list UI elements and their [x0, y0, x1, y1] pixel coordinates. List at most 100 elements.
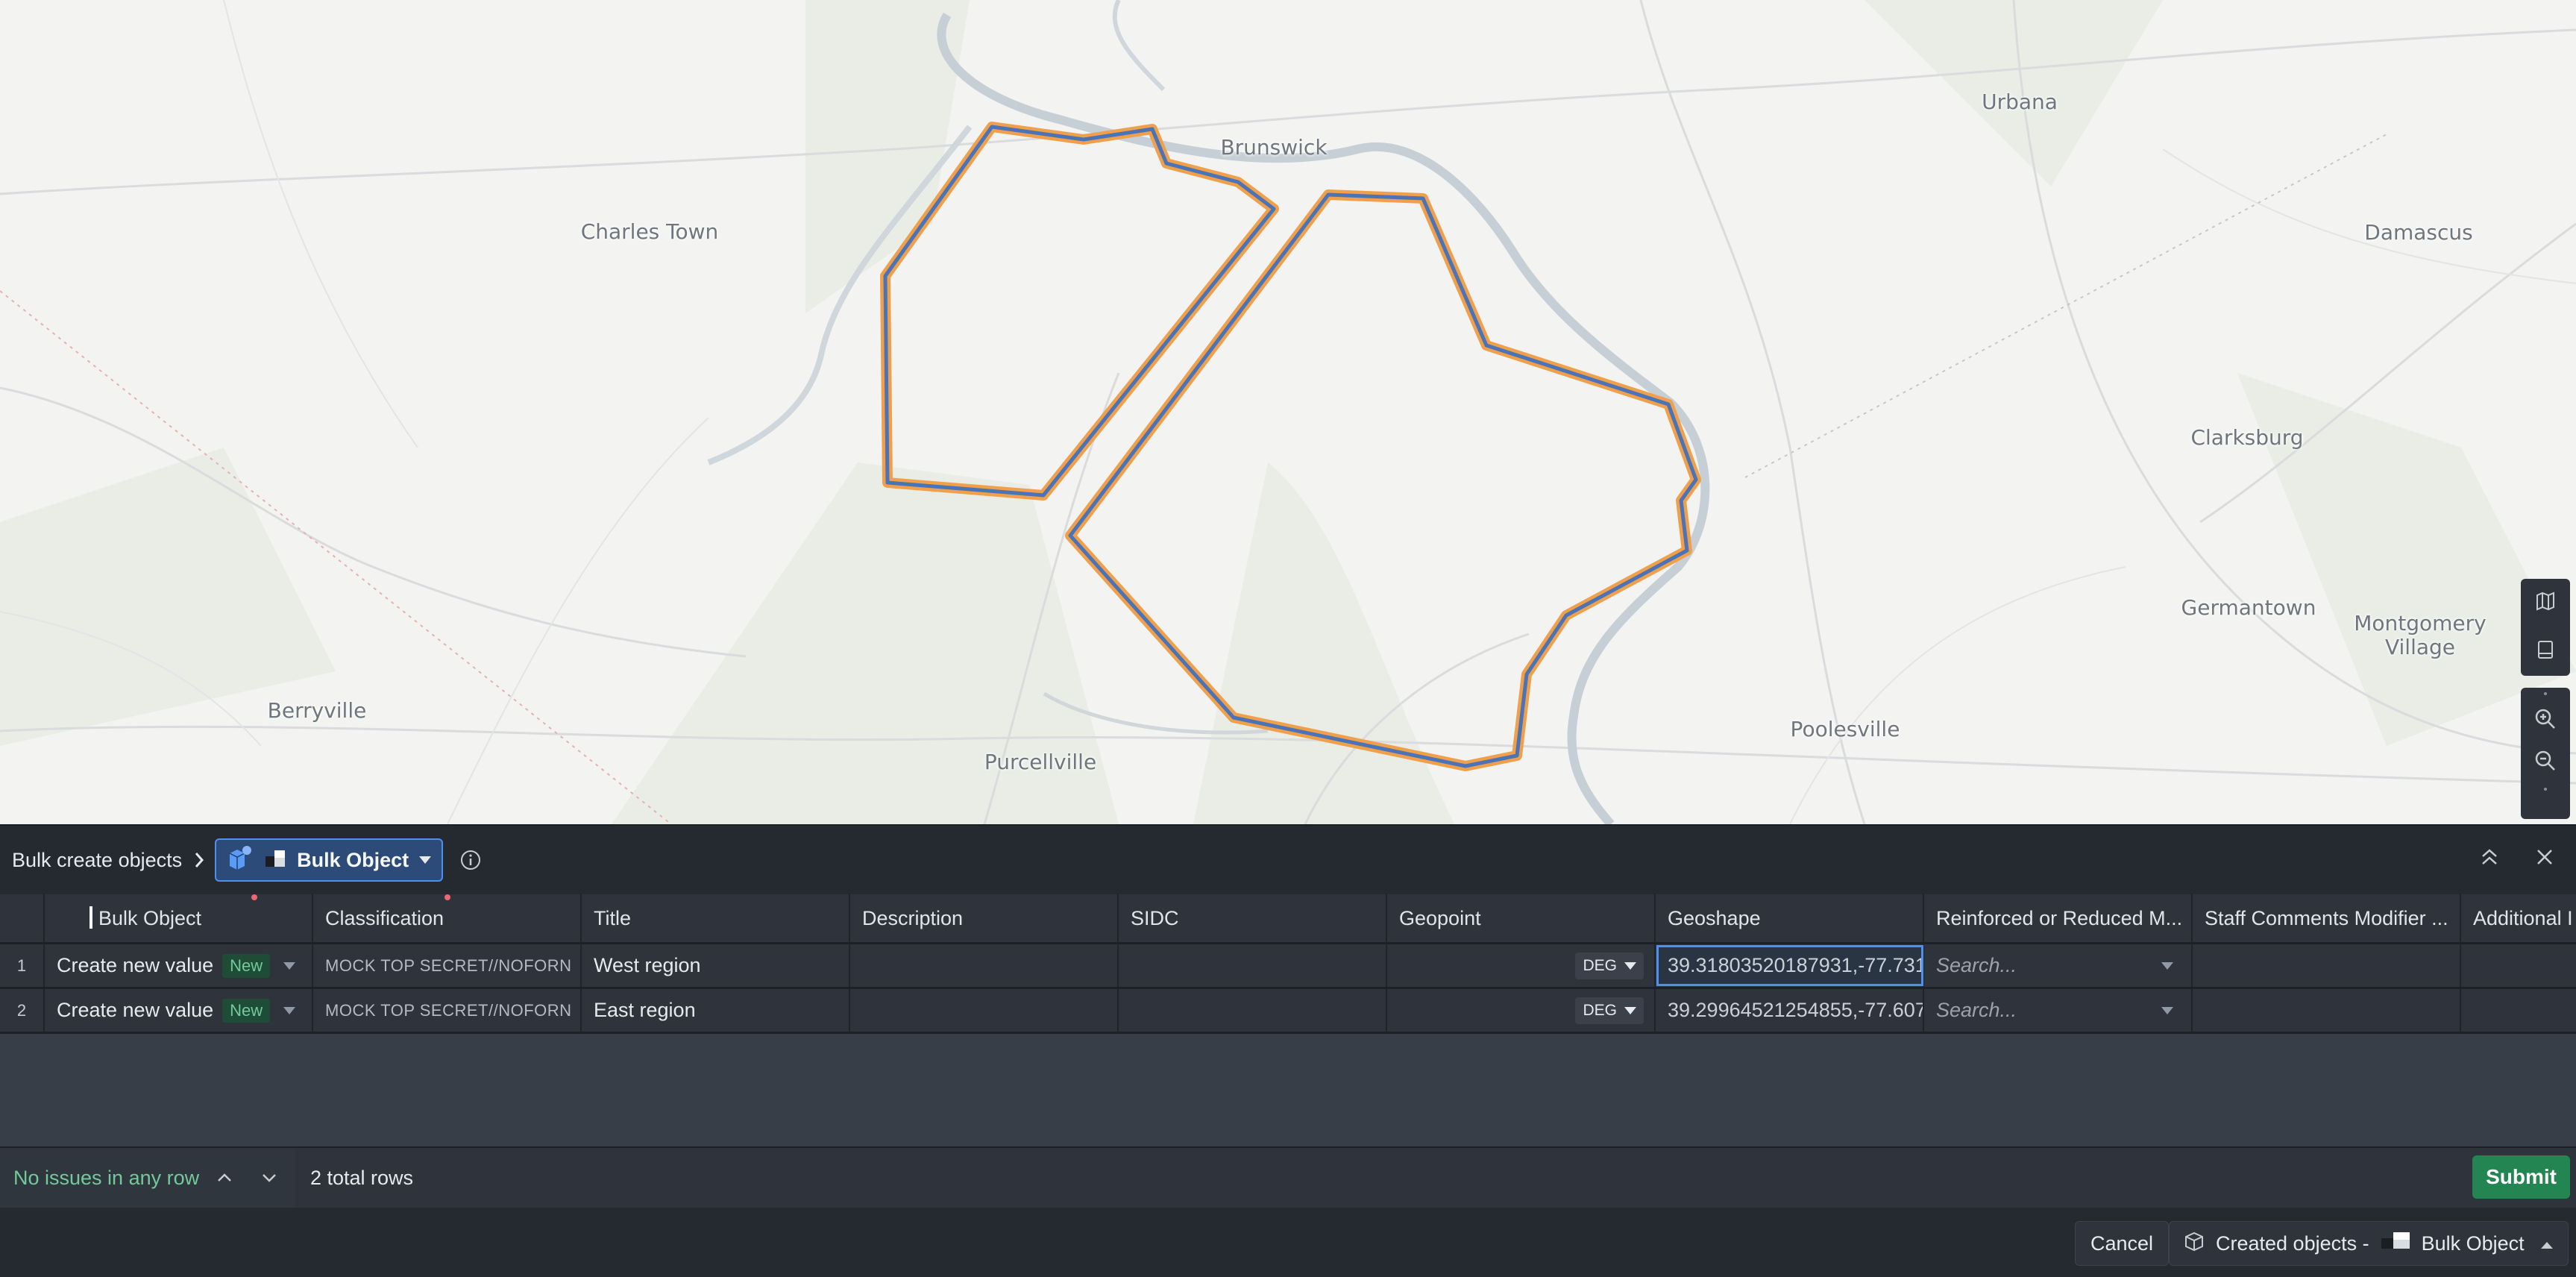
- classification-value: MOCK TOP SECRET//NOFORN: [325, 956, 572, 975]
- book-icon: [2535, 639, 2556, 664]
- column-header-geoshape[interactable]: Geoshape: [1656, 894, 1924, 942]
- column-label: SIDC: [1131, 906, 1179, 929]
- zoom-in-icon: [2534, 708, 2557, 734]
- unit-label: DEG: [1583, 957, 1617, 974]
- geoshape-cell[interactable]: 39.29964521254855,-77.607: [1656, 989, 1924, 1032]
- column-label: Classification: [325, 906, 444, 929]
- column-label: Description: [862, 906, 964, 929]
- description-cell[interactable]: [850, 944, 1119, 987]
- map-place-label: Purcellville: [984, 750, 1097, 774]
- description-cell[interactable]: [850, 989, 1119, 1032]
- column-header-title[interactable]: Title: [582, 894, 850, 942]
- map-legend-button[interactable]: [2521, 627, 2570, 676]
- panel-header: Bulk create objects Bulk Object: [0, 826, 2576, 894]
- map-place-label: Urbana: [1982, 90, 2058, 114]
- submit-button[interactable]: Submit: [2472, 1155, 2570, 1199]
- column-label: Additional I: [2473, 906, 2573, 929]
- bulk-create-panel: Bulk create objects Bulk Object Bulk Obj…: [0, 824, 2576, 1277]
- previous-issue-button[interactable]: [210, 1163, 239, 1193]
- caret-down-icon[interactable]: [2161, 1007, 2173, 1014]
- close-icon[interactable]: [2530, 842, 2560, 872]
- column-header-sidc[interactable]: SIDC: [1119, 894, 1387, 942]
- chevron-up-icon: [218, 1173, 231, 1182]
- column-header-geopoint[interactable]: Geopoint: [1387, 894, 1656, 942]
- map-place-label: Brunswick: [1220, 135, 1328, 160]
- column-header-description[interactable]: Description: [850, 894, 1119, 942]
- row-number: 1: [0, 944, 45, 987]
- additional-cell[interactable]: [2461, 944, 2576, 987]
- sidc-cell[interactable]: [1119, 944, 1387, 987]
- classification-cell[interactable]: MOCK TOP SECRET//NOFORN: [313, 989, 582, 1032]
- additional-cell[interactable]: [2461, 989, 2576, 1032]
- staff-comments-cell[interactable]: [2193, 989, 2461, 1032]
- title-value: East region: [594, 999, 696, 1021]
- reinforced-cell[interactable]: Search...: [1924, 989, 2193, 1032]
- column-header-additional[interactable]: Additional I: [2461, 894, 2576, 942]
- unit-label: DEG: [1583, 1002, 1617, 1019]
- column-label: Reinforced or Reduced M...: [1936, 906, 2183, 929]
- map-basemap: [0, 0, 2576, 824]
- column-header-classification[interactable]: Classification: [313, 894, 582, 942]
- caret-down-icon: [1624, 962, 1636, 970]
- map-place-label: Berryville: [267, 698, 367, 723]
- column-label: Title: [594, 906, 632, 929]
- zoom-out-button[interactable]: [2521, 741, 2570, 783]
- title-cell[interactable]: East region: [582, 989, 850, 1032]
- bulk-object-cell[interactable]: Create new value New: [45, 989, 313, 1032]
- chevron-right-icon: [194, 851, 204, 869]
- classification-cell[interactable]: MOCK TOP SECRET//NOFORN: [313, 944, 582, 987]
- breadcrumb[interactable]: Bulk create objects: [12, 849, 182, 872]
- created-objects-button[interactable]: Created objects - Bulk Object: [2169, 1221, 2569, 1266]
- reinforced-cell[interactable]: Search...: [1924, 944, 2193, 987]
- collapse-up-icon[interactable]: [2475, 842, 2504, 872]
- map-layers-controls: [2521, 579, 2570, 676]
- handle-dot: [2544, 692, 2547, 695]
- geoshape-cell[interactable]: 39.31803520187931,-77.731: [1656, 944, 1924, 987]
- column-label: Geopoint: [1399, 906, 1481, 929]
- next-issue-button[interactable]: [254, 1163, 284, 1193]
- geoshape-value: 39.29964521254855,-77.607: [1668, 999, 1924, 1021]
- grid-header-row: Bulk Object Classification Title Descrip…: [0, 894, 2576, 944]
- caret-down-icon[interactable]: [2161, 962, 2173, 970]
- cube-icon: [227, 845, 254, 876]
- total-rows-count: 2 total rows: [310, 1166, 414, 1189]
- required-marker: [444, 894, 450, 900]
- title-value: West region: [594, 954, 701, 976]
- classification-value: MOCK TOP SECRET//NOFORN: [325, 1000, 572, 1020]
- column-header-reinforced[interactable]: Reinforced or Reduced M...: [1924, 894, 2193, 942]
- map-place-label: Germantown: [2181, 595, 2316, 620]
- sidc-cell[interactable]: [1119, 989, 1387, 1032]
- status-bar: No issues in any row 2 total rows Submit: [0, 1146, 2576, 1209]
- geopoint-cell[interactable]: DEG: [1387, 989, 1656, 1032]
- cancel-button[interactable]: Cancel: [2075, 1221, 2170, 1266]
- map-place-label: Poolesville: [1790, 717, 1900, 741]
- bulk-object-value: Create new value: [57, 954, 214, 976]
- table-row: 1 Create new value New MOCK TOP SECRET//…: [0, 944, 2576, 989]
- caret-down-icon[interactable]: [283, 962, 295, 970]
- reinforced-search-placeholder: Search...: [1936, 999, 2017, 1021]
- bulk-object-cell[interactable]: Create new value New: [45, 944, 313, 987]
- map-place-label: Damascus: [2364, 220, 2473, 245]
- column-header-staff-comments[interactable]: Staff Comments Modifier ...: [2193, 894, 2461, 942]
- geopoint-unit-select[interactable]: DEG: [1575, 997, 1644, 1024]
- cursor-marker: [89, 906, 92, 929]
- object-type-select[interactable]: Bulk Object: [215, 838, 444, 882]
- chevron-down-icon: [263, 1174, 276, 1182]
- required-marker: [251, 894, 257, 900]
- title-cell[interactable]: West region: [582, 944, 850, 987]
- created-objects-type: Bulk Object: [2421, 1231, 2525, 1255]
- panel-footer: Cancel Created objects - Bulk Object: [0, 1208, 2576, 1277]
- geopoint-unit-select[interactable]: DEG: [1575, 953, 1644, 979]
- object-type-thumbnail-icon: [264, 847, 286, 873]
- new-badge: New: [222, 953, 271, 978]
- caret-down-icon[interactable]: [283, 1007, 295, 1014]
- caret-up-icon: [2539, 1232, 2554, 1255]
- reinforced-search-placeholder: Search...: [1936, 954, 2017, 976]
- map-view[interactable]: Brunswick Urbana Charles Town Damascus Clark…: [0, 0, 2576, 824]
- column-header-bulk-object[interactable]: Bulk Object: [45, 894, 313, 942]
- geopoint-cell[interactable]: DEG: [1387, 944, 1656, 987]
- info-icon[interactable]: [459, 849, 482, 871]
- staff-comments-cell[interactable]: [2193, 944, 2461, 987]
- map-layers-button[interactable]: [2521, 579, 2570, 627]
- zoom-in-button[interactable]: [2521, 700, 2570, 741]
